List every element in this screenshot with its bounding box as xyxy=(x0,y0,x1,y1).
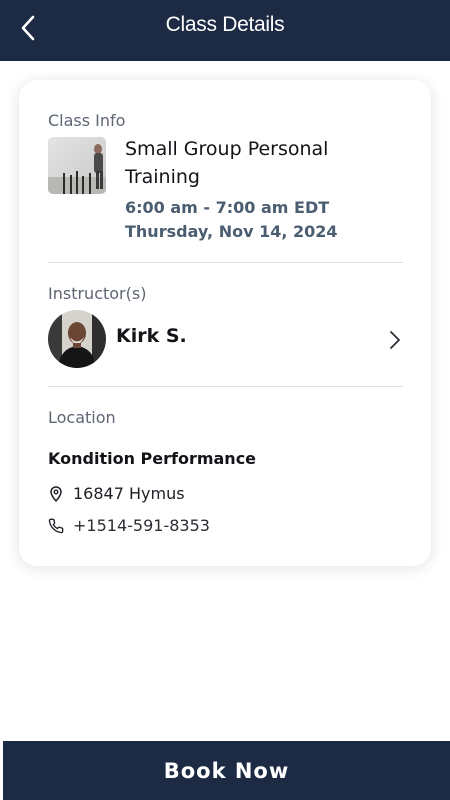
phone-icon xyxy=(48,518,64,534)
map-pin-icon xyxy=(48,485,64,502)
chevron-right-icon xyxy=(389,330,401,354)
location-label: Location xyxy=(48,408,116,427)
app-header: Class Details xyxy=(0,0,450,61)
divider xyxy=(48,386,403,387)
phone-row[interactable]: +1514-591-8353 xyxy=(48,516,210,535)
phone-link[interactable]: +1514-591-8353 xyxy=(73,516,210,535)
book-now-button[interactable]: Book Now xyxy=(3,741,450,800)
avatar xyxy=(48,310,106,368)
class-details-screen: Class Details Class Info Small Group Per… xyxy=(0,0,450,800)
instructor-name: Kirk S. xyxy=(116,325,187,347)
address-text: 16847 Hymus xyxy=(73,484,185,503)
location-name: Kondition Performance xyxy=(48,449,257,468)
class-thumbnail-image xyxy=(48,137,106,194)
class-thumbnail xyxy=(48,137,106,194)
class-title: Small Group Personal Training xyxy=(125,138,329,188)
page-title: Class Details xyxy=(165,13,285,36)
class-time: 6:00 am - 7:00 am EDT xyxy=(125,198,330,217)
class-details-card: Class Info Small Group Personal Training… xyxy=(19,80,431,566)
instructors-label: Instructor(s) xyxy=(48,284,147,303)
divider xyxy=(48,262,403,263)
class-info-label: Class Info xyxy=(48,111,126,130)
instructor-avatar-image xyxy=(48,310,106,368)
class-date: Thursday, Nov 14, 2024 xyxy=(125,222,338,241)
address-row: 16847 Hymus xyxy=(48,484,185,503)
